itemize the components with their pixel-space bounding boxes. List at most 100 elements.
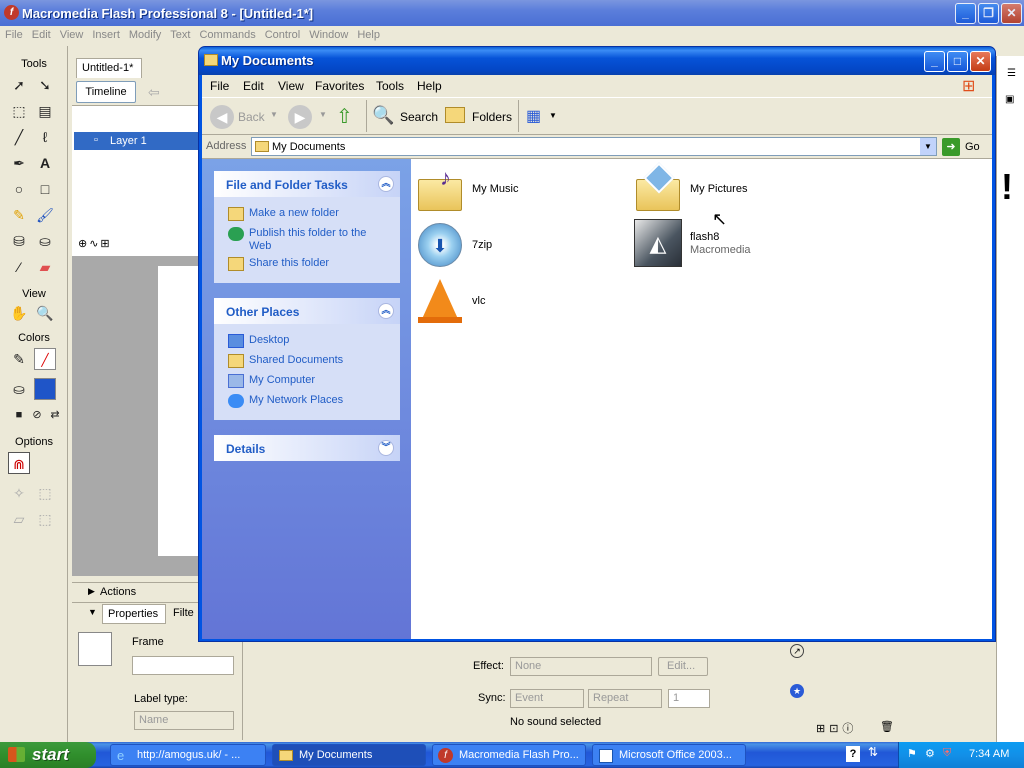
rectangle-tool-icon[interactable]: □ xyxy=(34,178,56,200)
properties-collapse-icon[interactable]: ▼ xyxy=(88,607,97,617)
repeat-count-input[interactable]: 1 xyxy=(668,689,710,708)
explorer-maximize-button[interactable]: □ xyxy=(947,51,968,72)
my-computer-link[interactable]: My Computer xyxy=(249,374,315,387)
make-new-folder-link[interactable]: Make a new folder xyxy=(249,207,339,220)
back-dropdown-icon[interactable]: ▼ xyxy=(270,110,278,119)
timeline-button[interactable]: Timeline xyxy=(76,81,136,103)
details-header[interactable]: Details ︾ xyxy=(214,435,400,461)
go-arrow-icon[interactable]: ➜ xyxy=(942,138,960,156)
collapse-chevron-icon[interactable]: ︽ xyxy=(378,176,394,192)
help-icon[interactable]: ? xyxy=(846,746,860,762)
up-folder-icon[interactable]: ⇧ xyxy=(336,104,353,129)
frame-name-input[interactable] xyxy=(132,656,234,675)
publish-folder-link[interactable]: Publish this folder to the Web xyxy=(249,227,389,253)
network-icon[interactable]: ⇅ xyxy=(868,745,878,759)
address-input[interactable]: My Documents ▼ xyxy=(251,137,937,156)
back-arrow-icon[interactable]: ◀ xyxy=(210,105,234,129)
shared-documents-link[interactable]: Shared Documents xyxy=(249,354,343,367)
file-item-vlc[interactable]: vlc xyxy=(416,277,616,329)
repeat-select[interactable]: Repeat xyxy=(588,689,662,708)
stroke-swatch[interactable]: ╱ xyxy=(34,348,56,370)
ink-bottle-tool-icon[interactable]: ⛁ xyxy=(8,230,30,252)
panel-window-icon[interactable]: ▣ xyxy=(1005,94,1014,105)
flash-menu-modify[interactable]: Modify xyxy=(124,26,165,41)
explorer-menu-view[interactable]: View xyxy=(278,79,304,93)
expand-chevron-icon[interactable]: ︾ xyxy=(378,440,394,456)
desktop-link[interactable]: Desktop xyxy=(249,334,289,347)
explorer-title-bar[interactable]: My Documents _ □ ✕ xyxy=(199,47,995,75)
views-dropdown-icon[interactable]: ▼ xyxy=(549,111,557,120)
zoom-tool-icon[interactable]: 🔍 xyxy=(34,302,56,324)
paint-bucket-tool-icon[interactable]: ⛀ xyxy=(34,230,56,252)
flash-title-bar[interactable]: f Macromedia Flash Professional 8 - [Unt… xyxy=(0,0,1024,26)
network-places-link[interactable]: My Network Places xyxy=(249,394,343,407)
layer-row[interactable]: ▫ Layer 1 xyxy=(74,132,200,150)
flash-menu-file[interactable]: File xyxy=(0,26,27,41)
accessibility-icon[interactable]: ★ xyxy=(790,684,804,698)
search-button[interactable]: Search xyxy=(400,110,438,124)
taskbar-my-documents[interactable]: My Documents xyxy=(272,744,426,766)
taskbar-office[interactable]: Microsoft Office 2003... xyxy=(592,744,746,766)
swap-colors-icon[interactable]: ⇄ xyxy=(44,404,66,426)
explorer-close-button[interactable]: ✕ xyxy=(970,51,991,72)
gradient-transform-tool-icon[interactable]: ▤ xyxy=(34,100,56,122)
address-dropdown-icon[interactable]: ▼ xyxy=(920,138,936,155)
file-item-my-music[interactable]: ♪ My Music xyxy=(416,165,616,217)
flash-menu-view[interactable]: View xyxy=(55,26,88,41)
eraser-tool-icon[interactable]: ▰ xyxy=(34,256,56,278)
flash-menu-control[interactable]: Control xyxy=(260,26,304,41)
stage-canvas[interactable] xyxy=(158,266,202,556)
explorer-menu-edit[interactable]: Edit xyxy=(243,79,264,93)
taskbar-browser[interactable]: e http://amogus.uk/ - ... xyxy=(110,744,266,766)
effect-select[interactable]: None xyxy=(510,657,652,676)
oval-tool-icon[interactable]: ○ xyxy=(8,178,30,200)
explorer-menu-favorites[interactable]: Favorites xyxy=(315,79,364,93)
explorer-minimize-button[interactable]: _ xyxy=(924,51,945,72)
folders-icon[interactable] xyxy=(445,107,465,123)
flash-close-button[interactable]: ✕ xyxy=(1001,3,1022,24)
search-icon[interactable]: 🔍 xyxy=(372,105,394,126)
pencil-tool-icon[interactable]: ✎ xyxy=(8,204,30,226)
panel-options-icon[interactable]: ☰ xyxy=(1007,68,1016,79)
free-transform-tool-icon[interactable]: ⬚ xyxy=(8,100,30,122)
go-button[interactable]: Go xyxy=(965,141,980,153)
help-arrow-icon[interactable]: ↗ xyxy=(790,644,804,658)
arrow-tool-icon[interactable]: ➚ xyxy=(8,74,30,96)
flash-restore-button[interactable]: ❐ xyxy=(978,3,999,24)
snap-magnet-icon[interactable]: ⋒ xyxy=(8,452,30,474)
forward-dropdown-icon[interactable]: ▼ xyxy=(319,110,327,119)
file-folder-tasks-header[interactable]: File and Folder Tasks ︽ xyxy=(214,171,400,197)
flash-menu-help[interactable]: Help xyxy=(352,26,384,41)
trash-icon[interactable]: 🗑 xyxy=(880,720,894,733)
layer-controls-icon[interactable]: ⊕∿⊞ xyxy=(78,237,112,250)
taskbar-flash[interactable]: f Macromedia Flash Pro... xyxy=(432,744,586,766)
edit-button[interactable]: Edit... xyxy=(658,657,708,676)
forward-arrow-icon[interactable]: ▶ xyxy=(288,105,312,129)
sync-select[interactable]: Event xyxy=(510,689,584,708)
text-tool-icon[interactable]: A xyxy=(34,152,56,174)
views-icon[interactable]: ▦ xyxy=(526,106,541,126)
hand-tool-icon[interactable]: ✋ xyxy=(8,302,30,324)
tray-icon-2[interactable]: ⚙ xyxy=(925,747,935,760)
flash-minimize-button[interactable]: _ xyxy=(955,3,976,24)
tray-icon-1[interactable]: ⚑ xyxy=(907,747,917,760)
collapse-chevron-icon[interactable]: ︽ xyxy=(378,303,394,319)
flash-menu-insert[interactable]: Insert xyxy=(87,26,124,41)
file-item-7zip[interactable]: ⬇ 7zip xyxy=(416,221,616,273)
file-item-flash8[interactable]: ◭ flash8 Macromedia xyxy=(634,217,834,269)
properties-tab[interactable]: Properties xyxy=(102,604,166,624)
explorer-menu-file[interactable]: File xyxy=(210,79,229,93)
explorer-menu-tools[interactable]: Tools xyxy=(376,79,404,93)
filters-tab[interactable]: Filte xyxy=(173,607,194,619)
subselect-tool-icon[interactable]: ➘ xyxy=(34,74,56,96)
pen-tool-icon[interactable]: ✒ xyxy=(8,152,30,174)
stroke-color-icon[interactable]: ✎ xyxy=(8,348,30,370)
folders-button[interactable]: Folders xyxy=(472,110,512,124)
explorer-menu-help[interactable]: Help xyxy=(417,79,442,93)
fill-swatch[interactable] xyxy=(34,378,56,400)
fill-color-icon[interactable]: ⛀ xyxy=(8,378,30,400)
back-button[interactable]: Back xyxy=(238,110,265,124)
other-places-header[interactable]: Other Places ︽ xyxy=(214,298,400,324)
library-toolbar-icons[interactable]: ⊞⊡ⓘ xyxy=(816,720,996,736)
document-tab[interactable]: Untitled-1* xyxy=(76,58,142,78)
